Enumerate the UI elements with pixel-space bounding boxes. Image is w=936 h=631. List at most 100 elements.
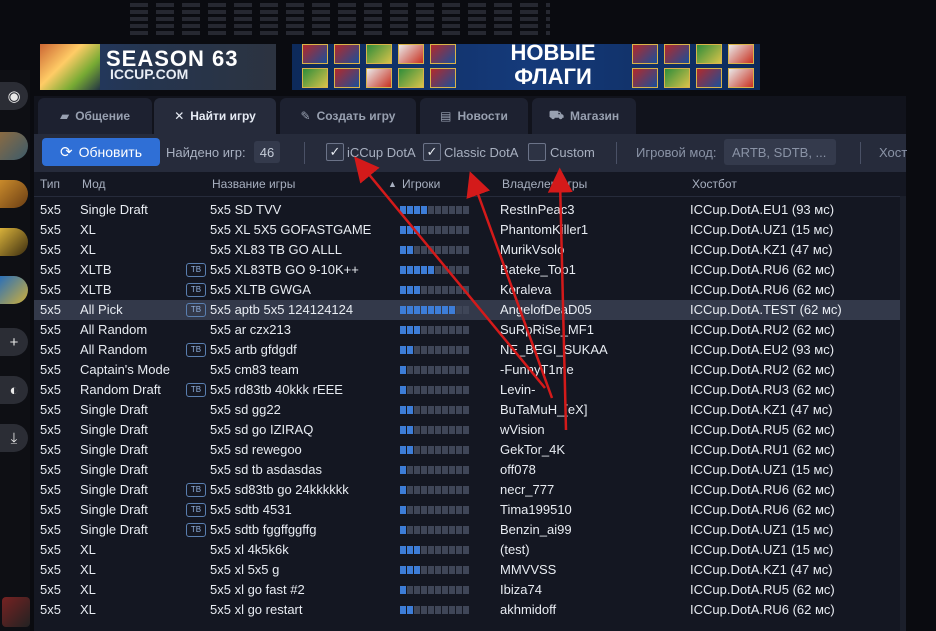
player-slot-filled [414,306,420,314]
column-owner[interactable]: Владелец игры [502,177,587,191]
row-host: ICCup.DotA.UZ1 (15 мс) [690,222,834,237]
server-avatar-icon[interactable] [0,132,28,160]
flags-banner[interactable]: НОВЫЕ ФЛАГИ [292,44,760,90]
divider [616,142,617,164]
player-slot-empty [463,606,469,614]
table-row[interactable]: 5x5 Captain's Mode 5x5 cm83 team -FunnyT1me… [34,360,906,380]
player-slot-filled [421,306,427,314]
game-mode-select[interactable]: ARTB, SDTB, ... [724,139,836,165]
refresh-button[interactable]: ⟳ Обновить [42,138,160,166]
tab-shop[interactable]: ⛟ Магазин [532,98,636,134]
table-row[interactable]: 5x5 XL 5x5 XL83 TB GO ALLL MurikVsolo ICCup.… [34,240,906,260]
player-slot-empty [456,506,462,514]
table-row[interactable]: 5x5 Single Draft 5x5 sd go IZIRAQ wVision IC… [34,420,906,440]
player-slot-empty [463,346,469,354]
table-row[interactable]: 5x5 Single Draft 5x5 sd gg22 BuTaMuH_[eX] IC… [34,400,906,420]
player-slot-empty [449,486,455,494]
add-server-icon[interactable]: + [0,328,28,356]
row-owner: GekTor_4K [500,442,566,457]
player-slot-filled [400,386,406,394]
table-row[interactable]: 5x5 Random Draft ТВ 5x5 rd83tb 40kkk rEEE Le… [34,380,906,400]
player-slot-empty [449,566,455,574]
found-games-label: Найдено игр: [166,145,246,160]
explore-icon[interactable]: ◐ [0,376,28,404]
tab-news[interactable]: ▤ Новости [420,98,528,134]
player-slot-empty [442,206,448,214]
table-row[interactable]: 5x5 XL 5x5 xl go restart akhmidoff ICCup.Dot… [34,600,906,620]
player-slot-empty [428,246,434,254]
table-row[interactable]: 5x5 XLTB ТВ 5x5 XLTB GWGA Koraleva ICCup.DotA… [34,280,906,300]
player-slot-filled [400,266,406,274]
table-row[interactable]: 5x5 XLTB ТВ 5x5 XL83TB GO 9-10K++ Bateke_Top… [34,260,906,280]
tab-chat[interactable]: ▰ Общение [38,98,152,134]
flag-icon [302,68,328,88]
player-slot-empty [407,386,413,394]
table-row[interactable]: 5x5 All Random ТВ 5x5 artb gfdgdf NE_BEGI_SU… [34,340,906,360]
tab-label: Новости [457,109,508,123]
table-row[interactable]: 5x5 XL 5x5 XL 5X5 GOFASTGAME PhantomKiller1… [34,220,906,240]
server-avatar-icon[interactable] [0,180,28,208]
player-slot-filled [414,266,420,274]
player-slot-empty [414,506,420,514]
custom-checkbox[interactable] [528,143,546,161]
row-mode: Single Draft [80,442,148,457]
custom-label[interactable]: Custom [550,145,595,160]
table-row[interactable]: 5x5 XL 5x5 xl 5x5 g MMVVSS ICCup.DotA.KZ1 (4… [34,560,906,580]
player-slot-empty [449,226,455,234]
player-slot-empty [442,466,448,474]
column-type[interactable]: Тип [40,177,60,191]
column-players[interactable]: Игроки [402,177,440,191]
player-slot-filled [400,466,406,474]
iccup-dota-checkbox[interactable]: ✓ [326,143,344,161]
classic-dota-checkbox[interactable]: ✓ [423,143,441,161]
player-slot-empty [456,486,462,494]
table-row[interactable]: 5x5 Single Draft 5x5 sd tb asdasdas off078 I… [34,460,906,480]
download-icon[interactable]: ⤓ [0,424,28,452]
player-slot-empty [456,426,462,434]
player-slot-empty [421,546,427,554]
row-game-name: 5x5 cm83 team [210,362,299,377]
row-host: ICCup.DotA.RU5 (62 мс) [690,582,835,597]
row-type: 5x5 [40,442,61,457]
row-owner: wVision [500,422,545,437]
classic-dota-label[interactable]: Classic DotA [444,145,518,160]
player-slot-empty [449,326,455,334]
player-slot-filled [407,546,413,554]
player-slot-empty [449,406,455,414]
row-host: ICCup.DotA.EU1 (93 мс) [690,202,835,217]
player-slot-empty [421,406,427,414]
tab-find-game[interactable]: ✕ Найти игру [154,98,276,134]
player-slot-empty [421,226,427,234]
row-host: ICCup.DotA.RU2 (62 мс) [690,322,835,337]
column-mode[interactable]: Мод [82,177,106,191]
row-mode: Single Draft [80,462,148,477]
player-slot-empty [456,246,462,254]
iccup-dota-label[interactable]: iCCup DotA [347,145,416,160]
server-avatar-icon[interactable] [0,228,28,256]
player-slot-empty [421,386,427,394]
user-thumbnail [2,597,30,627]
row-owner: Koraleva [500,282,552,297]
tab-create-game[interactable]: ✎ Создать игру [280,98,416,134]
season-banner[interactable]: SEASON 63 ICCUP.COM [40,44,276,90]
table-row[interactable]: 5x5 All Random 5x5 ar czx213 SuRpRiSe_MF1 IC… [34,320,906,340]
table-row[interactable]: 5x5 XL 5x5 xl 4k5k6k (test) ICCup.DotA.UZ1 (… [34,540,906,560]
server-avatar-icon[interactable] [0,276,28,304]
scrollbar[interactable] [900,196,906,631]
discord-icon[interactable]: ◉ [0,82,28,110]
table-row[interactable]: 5x5 All Pick ТВ 5x5 aptb 5x5 124124124 Angel… [34,300,906,320]
column-name[interactable]: Название игры [212,177,295,191]
sort-ascending-icon[interactable]: ▲ [388,179,397,189]
table-row[interactable]: 5x5 Single Draft ТВ 5x5 sdtb fggffggffg Benz… [34,520,906,540]
table-row[interactable]: 5x5 Single Draft 5x5 SD TVV RestInPeac3 ICCu… [34,200,906,220]
row-mode: All Random [80,342,148,357]
player-slot-empty [428,606,434,614]
table-row[interactable]: 5x5 Single Draft ТВ 5x5 sdtb 4531 Tima199510… [34,500,906,520]
table-row[interactable]: 5x5 Single Draft 5x5 sd rewegoo GekTor_4K IC… [34,440,906,460]
player-slot-empty [435,406,441,414]
column-host[interactable]: Хостбот [692,177,737,191]
table-row[interactable]: 5x5 XL 5x5 xl go fast #2 Ibiza74 ICCup.DotA.… [34,580,906,600]
table-row[interactable]: 5x5 Single Draft ТВ 5x5 sd83tb go 24kkkkkk n… [34,480,906,500]
row-owner: Ibiza74 [500,582,542,597]
row-game-name: 5x5 sd gg22 [210,402,281,417]
